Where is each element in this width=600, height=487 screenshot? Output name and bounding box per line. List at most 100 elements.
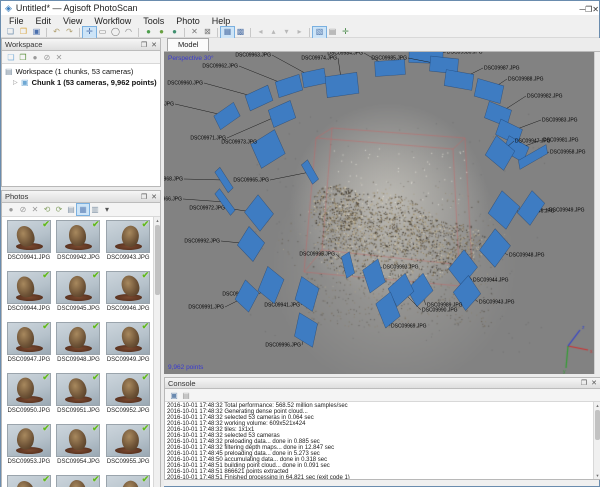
disable-item-icon[interactable]: ⊘ [41, 52, 53, 63]
photo-thumbnail[interactable]: ✔ [7, 271, 51, 304]
open-document-icon[interactable]: ❐ [17, 27, 30, 38]
photo-thumbnail[interactable]: ✔ [7, 475, 51, 487]
photo-item[interactable]: ✔DSC09943.JPG [103, 220, 153, 271]
add-photos-icon[interactable]: ❐ [17, 52, 29, 63]
camera-plane[interactable] [488, 191, 520, 230]
redo-icon[interactable]: ↷ [63, 27, 76, 38]
navigation-tool-icon[interactable]: ✛ [83, 27, 96, 38]
show-markers-icon[interactable]: ▩ [234, 27, 247, 38]
console-float-button[interactable]: ❐ [581, 379, 587, 387]
enable-item-icon[interactable]: ● [29, 52, 41, 63]
view-right-icon[interactable]: ▸ [293, 27, 306, 38]
model-viewport[interactable]: DSC09976.JPGDSC09960.JPGDSC09962.JPGDSC0… [164, 52, 594, 374]
camera-plane[interactable] [235, 280, 259, 312]
scroll-up-icon[interactable]: ▲ [154, 217, 160, 224]
menu-photo[interactable]: Photo [170, 16, 206, 26]
photo-thumbnail[interactable]: ✔ [56, 271, 100, 304]
photo-item[interactable]: ✔DSC09944.JPG [4, 271, 54, 322]
camera-plane[interactable] [444, 70, 474, 91]
photos-float-button[interactable]: ❐ [141, 193, 147, 201]
photo-item[interactable]: ✔DSC09955.JPG [103, 424, 153, 475]
photo-thumbnail[interactable]: ✔ [56, 373, 100, 406]
camera-plane[interactable] [325, 72, 359, 97]
camera-plane[interactable] [375, 59, 406, 76]
photo-item[interactable]: ✔DSC09949.JPG [103, 322, 153, 373]
view-up-icon[interactable]: ▴ [267, 27, 280, 38]
camera-plane[interactable] [302, 68, 327, 88]
view-down-icon[interactable]: ▾ [280, 27, 293, 38]
photo-thumbnail[interactable]: ✔ [56, 220, 100, 253]
photo-thumbnail[interactable]: ✔ [106, 220, 150, 253]
photo-thumbnail[interactable]: ✔ [7, 373, 51, 406]
menu-help[interactable]: Help [206, 16, 237, 26]
rotate-ccw-icon[interactable]: ⟲ [41, 204, 53, 215]
move-tool-icon[interactable]: ✛ [339, 27, 352, 38]
new-document-icon[interactable]: ❏ [4, 27, 17, 38]
photo-item[interactable]: ✔DSC09946.JPG [103, 271, 153, 322]
workspace-float-button[interactable]: ❐ [141, 41, 147, 49]
photo-item[interactable]: ✔DSC09958.JPG [103, 475, 153, 487]
photo-thumbnail[interactable]: ✔ [106, 271, 150, 304]
photo-item[interactable]: ✔DSC09950.JPG [4, 373, 54, 424]
chunk-item[interactable]: ▷ ▣ Chunk 1 (53 cameras, 9,962 points) [5, 77, 160, 88]
viewport-scroll-strip[interactable] [594, 52, 600, 374]
rotate-region-tool-icon[interactable]: ● [155, 27, 168, 38]
camera-plane[interactable] [214, 102, 240, 129]
view-thumbnails-icon[interactable]: ▦ [77, 204, 89, 215]
view-mode-dropdown-icon[interactable]: ▾ [101, 204, 113, 215]
print-icon[interactable]: ▤ [326, 27, 339, 38]
menu-edit[interactable]: Edit [30, 16, 58, 26]
menu-view[interactable]: View [57, 16, 88, 26]
close-button[interactable]: ✕ [592, 5, 599, 14]
clear-log-icon[interactable]: ▤ [180, 390, 192, 401]
camera-plane[interactable] [474, 78, 504, 103]
view-details-icon[interactable]: ▤ [65, 204, 77, 215]
rotate-object-tool-icon[interactable]: ● [142, 27, 155, 38]
camera-plane[interactable] [275, 74, 303, 97]
photo-thumbnail[interactable]: ✔ [7, 220, 51, 253]
photo-item[interactable]: ✔DSC09953.JPG [4, 424, 54, 475]
view-left-icon[interactable]: ◂ [254, 27, 267, 38]
photo-thumbnail[interactable]: ✔ [7, 424, 51, 457]
console-scrollbar[interactable]: ▲ ▼ [593, 402, 600, 479]
photo-item[interactable]: ✔DSC09947.JPG [4, 322, 54, 373]
camera-plane[interactable] [268, 101, 296, 128]
photo-item[interactable]: ✔DSC09948.JPG [54, 322, 104, 373]
delete-selection-icon[interactable]: ✕ [188, 27, 201, 38]
chunk-expander-icon[interactable]: ▷ [13, 79, 21, 86]
camera-plane[interactable] [301, 160, 318, 184]
undo-icon[interactable]: ↶ [50, 27, 63, 38]
camera-plane[interactable] [341, 252, 354, 279]
console-close-button[interactable]: ✕ [591, 379, 597, 387]
show-cameras-icon[interactable]: ▦ [221, 27, 234, 38]
photo-thumbnail[interactable]: ✔ [56, 322, 100, 355]
photos-scrollbar[interactable]: ▲ ▼ [153, 217, 160, 487]
photo-thumbnail[interactable]: ✔ [106, 475, 150, 487]
add-chunk-icon[interactable]: ❏ [5, 52, 17, 63]
scroll-down-icon[interactable]: ▼ [594, 472, 600, 479]
free-form-selection-icon[interactable]: ◠ [122, 27, 135, 38]
photo-thumbnail[interactable]: ✔ [106, 373, 150, 406]
resize-region-tool-icon[interactable]: ● [168, 27, 181, 38]
photo-thumbnail[interactable]: ✔ [7, 322, 51, 355]
photo-item[interactable]: ✔DSC09945.JPG [54, 271, 104, 322]
save-document-icon[interactable]: ▣ [30, 27, 43, 38]
workspace-root-item[interactable]: ▤ Workspace (1 chunks, 53 cameras) [5, 66, 160, 77]
photo-item[interactable]: ✔DSC09941.JPG [4, 220, 54, 271]
invert-selection-icon[interactable]: ⊠ [201, 27, 214, 38]
camera-plane[interactable] [237, 226, 264, 261]
photo-item[interactable]: ✔DSC09951.JPG [54, 373, 104, 424]
photo-item[interactable]: ✔DSC09954.JPG [54, 424, 104, 475]
camera-plane[interactable] [479, 229, 510, 268]
photo-thumbnail[interactable]: ✔ [106, 322, 150, 355]
show-photos-icon[interactable]: ▧ [313, 27, 326, 38]
menu-tools[interactable]: Tools [137, 16, 170, 26]
view-list-icon[interactable]: ▥ [89, 204, 101, 215]
camera-plane[interactable] [244, 195, 273, 231]
camera-plane[interactable] [251, 130, 285, 169]
photos-scroll-thumb[interactable] [155, 225, 160, 295]
enable-photo-icon[interactable]: ● [5, 204, 17, 215]
menu-workflow[interactable]: Workflow [88, 16, 137, 26]
console-scroll-thumb[interactable] [595, 410, 600, 440]
camera-plane[interactable] [517, 191, 544, 226]
